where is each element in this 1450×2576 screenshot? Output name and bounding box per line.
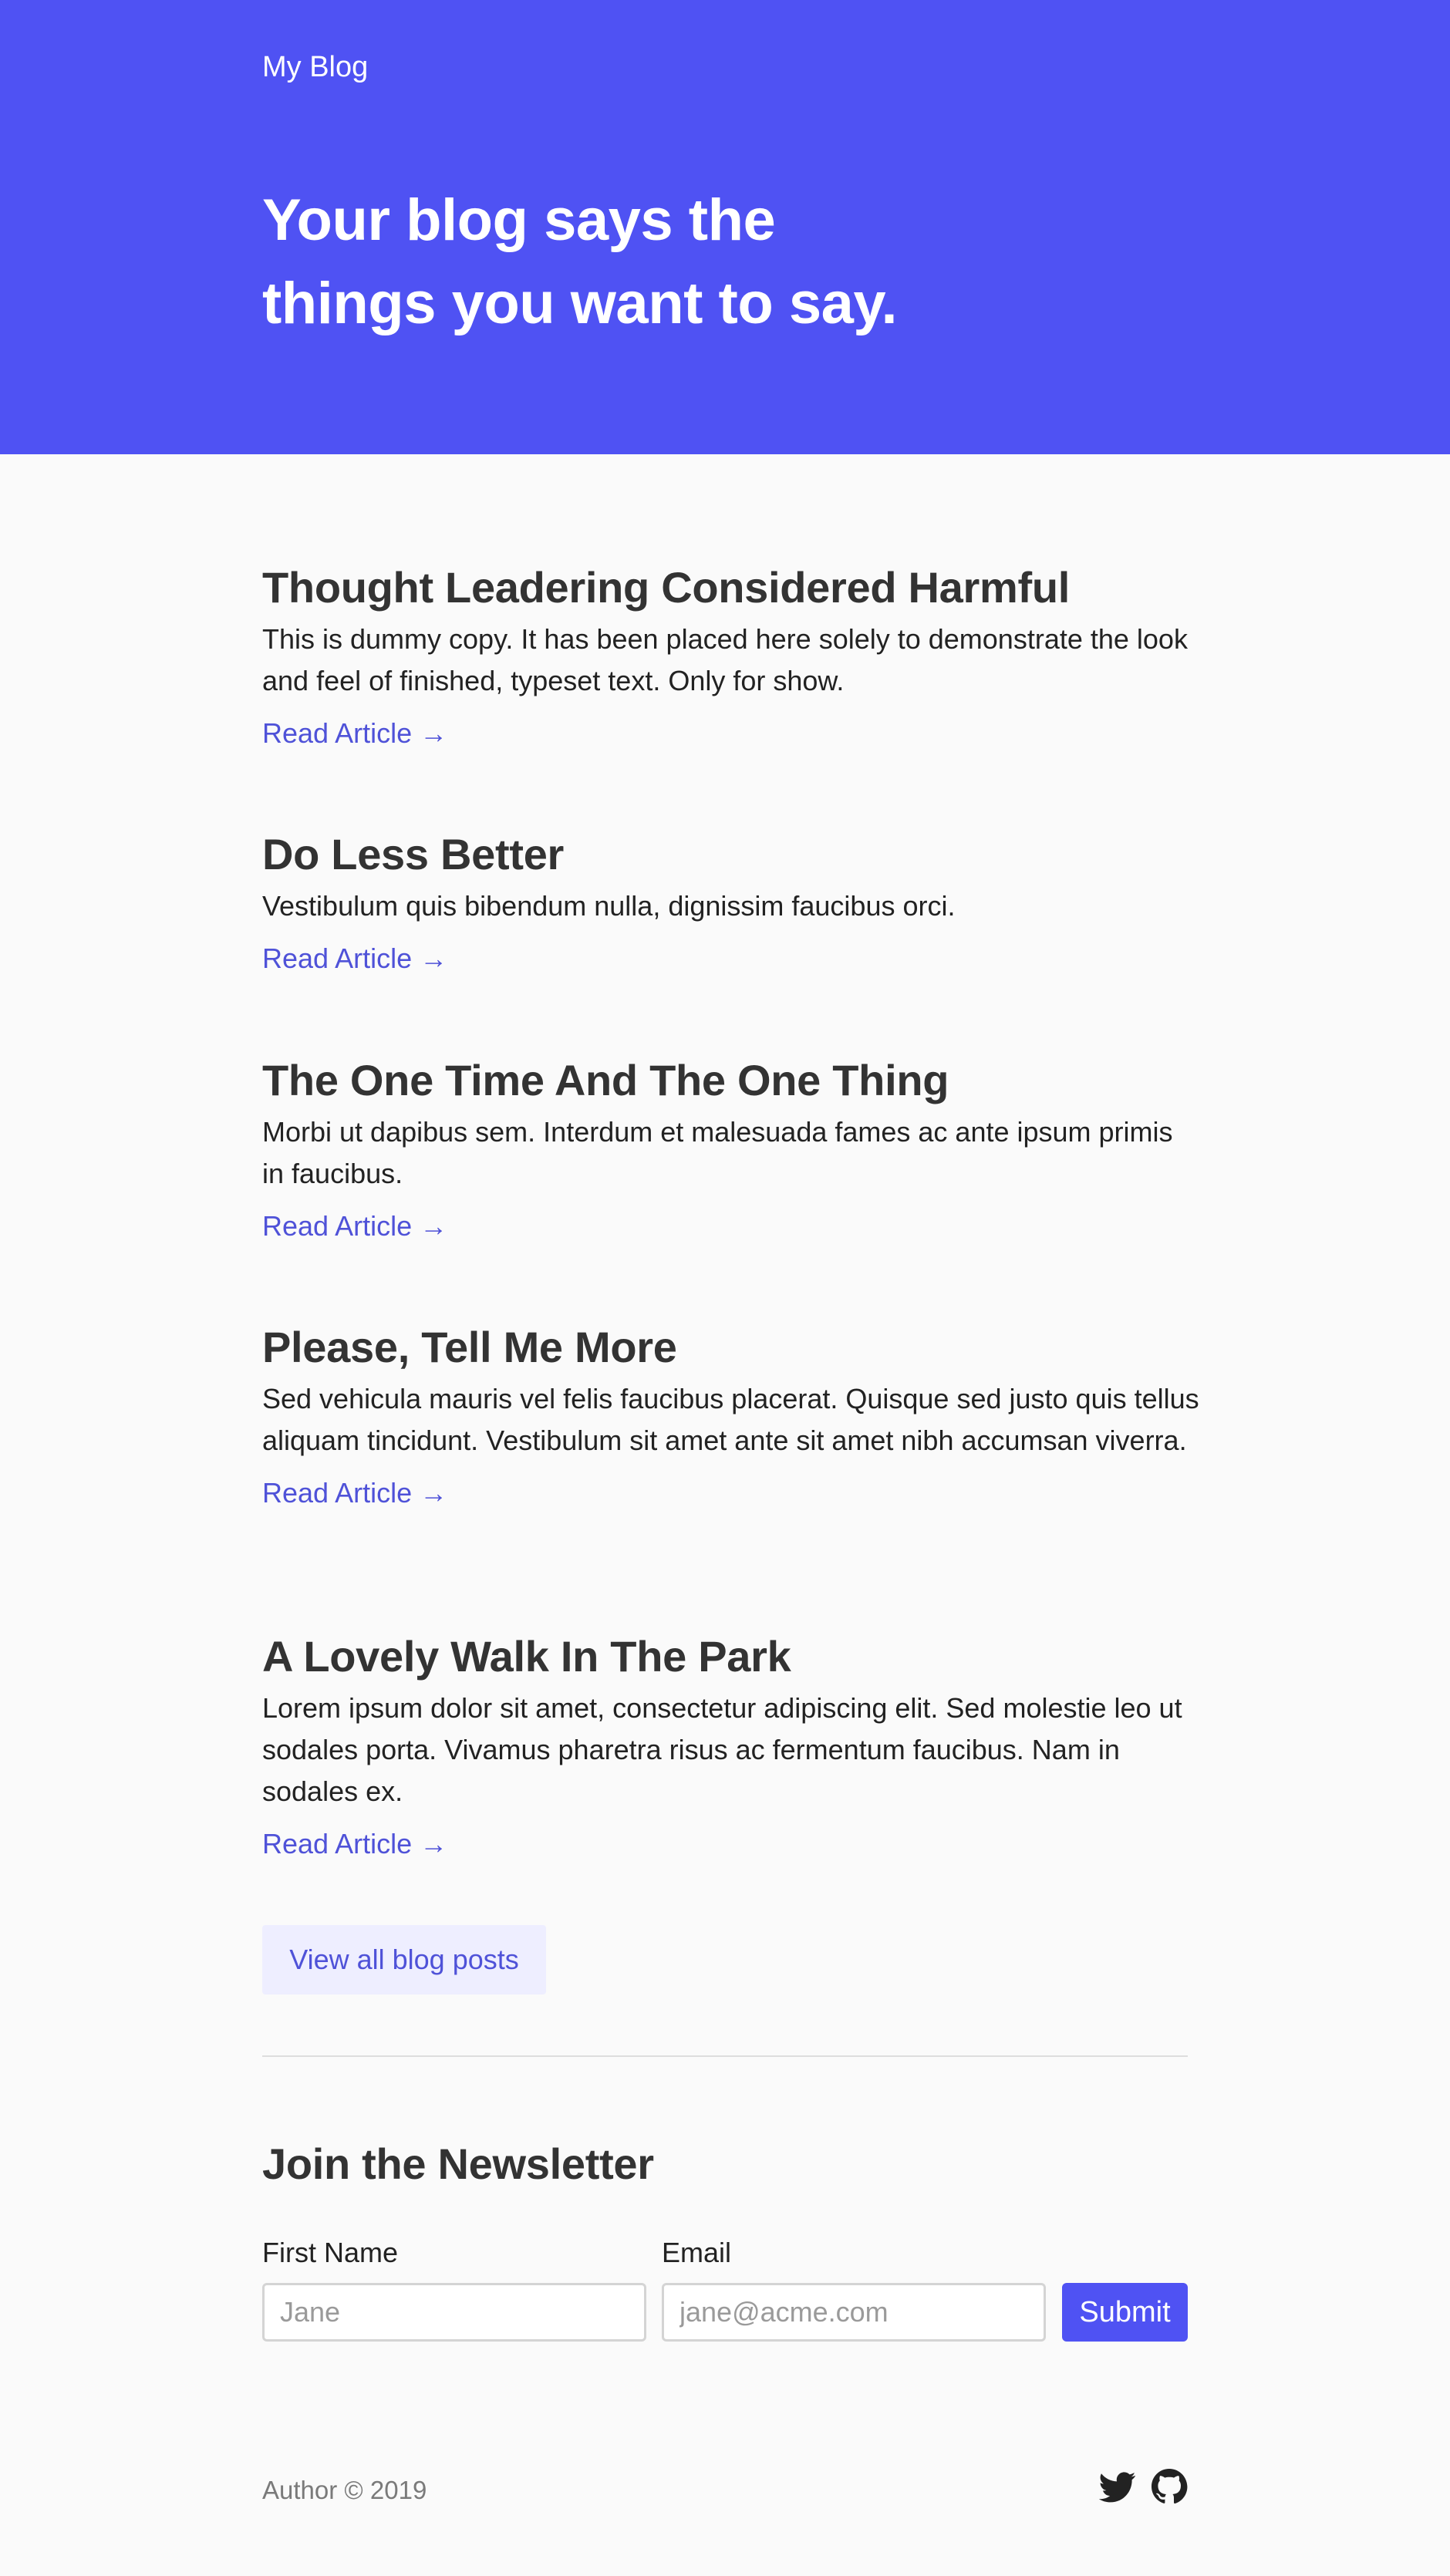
read-article-link[interactable]: Read Article →	[262, 1205, 447, 1247]
read-article-link[interactable]: Read Article →	[262, 713, 447, 754]
post-item: The One Time And The One Thing Morbi ut …	[262, 1050, 1188, 1247]
post-item: A Lovely Walk In The Park Lorem ipsum do…	[262, 1626, 1188, 1865]
footer-copyright: Author © 2019	[262, 2476, 427, 2504]
post-excerpt: Morbi ut dapibus sem. Interdum et malesu…	[262, 1116, 1173, 1189]
email-input[interactable]	[662, 2283, 1046, 2342]
post-item: Do Less Better Vestibulum quis bibendum …	[262, 824, 1188, 979]
hero-headline-line2: things you want to say.	[262, 271, 898, 336]
hero-headline: Your blog says the things you want to sa…	[262, 179, 1034, 346]
post-title[interactable]: Thought Leadering Considered Harmful	[262, 557, 1188, 619]
site-title-link[interactable]: My Blog	[262, 48, 368, 86]
first-name-label: First Name	[262, 2237, 399, 2268]
newsletter-title: Join the Newsletter	[262, 2139, 654, 2188]
twitter-icon[interactable]	[1098, 2468, 1136, 2505]
post-title[interactable]: The One Time And The One Thing	[262, 1050, 1188, 1111]
post-item: Please, Tell Me More Sed vehicula mauris…	[262, 1317, 1199, 1514]
first-name-input[interactable]	[262, 2283, 646, 2342]
email-label: Email	[662, 2237, 732, 2268]
post-excerpt: Lorem ipsum dolor sit amet, consectetur …	[262, 1692, 1182, 1807]
post-title[interactable]: Do Less Better	[262, 824, 1188, 885]
view-all-posts-button[interactable]: View all blog posts	[262, 1925, 546, 1994]
post-title[interactable]: Please, Tell Me More	[262, 1317, 1188, 1378]
section-divider	[262, 2055, 1188, 2057]
post-title[interactable]: A Lovely Walk In The Park	[262, 1626, 1188, 1688]
read-article-link[interactable]: Read Article →	[262, 1823, 447, 1865]
hero-headline-line1: Your blog says the	[262, 187, 776, 253]
read-article-link[interactable]: Read Article →	[262, 1472, 447, 1514]
submit-button[interactable]: Submit	[1062, 2283, 1188, 2342]
hero-banner: My Blog Your blog says the things you wa…	[0, 0, 1450, 454]
github-icon[interactable]	[1151, 2468, 1188, 2505]
post-item: Thought Leadering Considered Harmful Thi…	[262, 557, 1188, 754]
read-article-link[interactable]: Read Article →	[262, 938, 447, 979]
post-excerpt: Vestibulum quis bibendum nulla, dignissi…	[262, 890, 956, 922]
post-excerpt: This is dummy copy. It has been placed h…	[262, 623, 1188, 696]
post-excerpt: Sed vehicula mauris vel felis faucibus p…	[262, 1383, 1199, 1456]
